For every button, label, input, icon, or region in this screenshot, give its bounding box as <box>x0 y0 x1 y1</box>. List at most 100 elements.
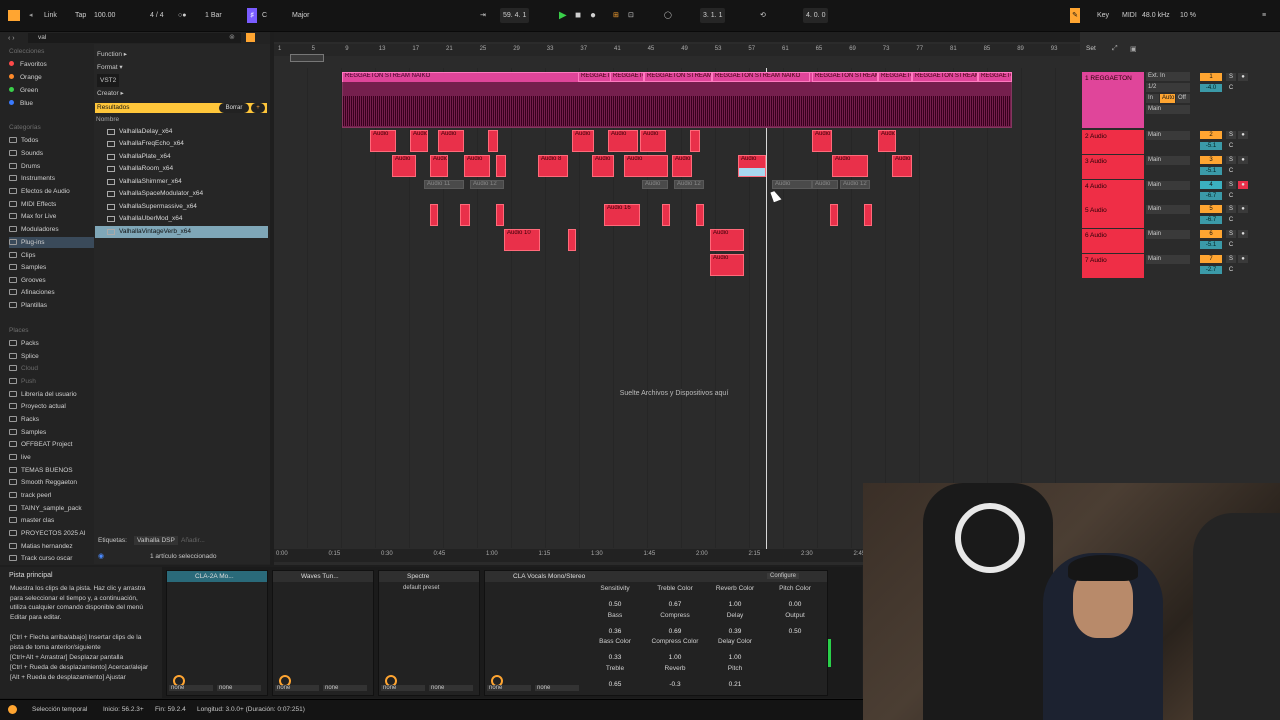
place-item[interactable]: live <box>9 452 94 463</box>
sidechain-select[interactable]: none <box>323 685 367 691</box>
track-number[interactable]: 7 <box>1200 255 1222 263</box>
input-channel-select[interactable]: 1/2 <box>1146 83 1190 92</box>
audio-clip[interactable]: Audio <box>812 130 832 152</box>
audio-clip[interactable] <box>496 155 506 177</box>
audio-clip[interactable] <box>488 130 498 152</box>
place-item[interactable]: Track curso oscar <box>9 553 94 564</box>
overdub-icon[interactable]: ⊞ <box>613 8 619 23</box>
place-item[interactable]: Splice <box>9 351 94 362</box>
category-item[interactable]: Afinaciones <box>9 287 94 298</box>
file-item[interactable]: ValhallaShimmer_x64 <box>95 176 268 188</box>
filter-function[interactable]: Function ▸ <box>97 48 127 61</box>
solo-button[interactable]: S <box>1226 255 1236 263</box>
monitor-in[interactable]: In <box>1146 94 1159 103</box>
configure-button[interactable]: Configure <box>767 573 800 579</box>
inactive-clip[interactable]: Audio 12 <box>840 180 870 189</box>
audio-clip[interactable]: Audio <box>438 130 464 152</box>
param-value[interactable]: 0.21 <box>705 681 765 688</box>
clear-results-button[interactable]: Borrar <box>219 103 249 113</box>
expand-icon[interactable]: ⤢ <box>1112 45 1118 53</box>
param-value[interactable]: -0.3 <box>645 681 705 688</box>
place-item[interactable]: Cloud <box>9 363 94 374</box>
arrangement-loop-icon[interactable]: ⇥ <box>480 8 486 23</box>
audio-clip[interactable]: REGGAETO <box>610 72 644 82</box>
loop-brace[interactable] <box>290 54 324 62</box>
overview-strip[interactable] <box>274 32 1080 42</box>
file-item[interactable]: ValhallaPlate_x64 <box>95 151 268 163</box>
track-header[interactable]: 2 Audio Main 2 -5.1 S ● C <box>1082 130 1280 154</box>
output-select[interactable]: Main <box>1146 156 1190 165</box>
solo-button[interactable]: S <box>1226 230 1236 238</box>
inactive-clip[interactable]: Audio 11 <box>424 180 464 189</box>
filter-vst2[interactable]: VST2 <box>97 74 120 87</box>
track-number[interactable]: 4 <box>1200 181 1222 189</box>
volume-field[interactable]: -4.0 <box>1200 84 1222 92</box>
song-position[interactable]: 59. 4. 1 <box>500 8 530 23</box>
inactive-clip[interactable]: Audio 12 <box>674 180 704 189</box>
device-cla-vocals[interactable]: CLA Vocals Mono/Stereo Configure none no… <box>484 570 828 696</box>
audio-clip[interactable] <box>864 204 872 226</box>
file-item[interactable]: ValhallaSupermassive_x64 <box>95 201 268 213</box>
scale-menu[interactable]: Major <box>292 8 310 23</box>
pan-knob[interactable]: C <box>1226 266 1236 274</box>
arm-button[interactable]: ● <box>1238 73 1248 81</box>
track-title[interactable]: 3 Audio <box>1082 155 1144 179</box>
param-value[interactable]: 0.67 <box>645 601 705 608</box>
category-item[interactable]: Efectos de Audio <box>9 186 94 197</box>
audio-clip[interactable]: REGGAETON STREAM NAIKO <box>712 72 810 82</box>
sidechain-select[interactable]: none <box>487 685 531 691</box>
arm-button[interactable]: ● <box>1238 255 1248 263</box>
param-value[interactable]: 0.50 <box>765 628 825 635</box>
back-icon[interactable]: ◂ <box>29 8 33 23</box>
tempo-field[interactable]: 100.00 <box>94 8 115 23</box>
device-cla2a[interactable]: CLA-2A Mo... none none <box>166 570 268 696</box>
audio-clip[interactable]: REGGAETON STREAM NAIKO <box>644 72 712 82</box>
audio-clip[interactable]: Audio 8 <box>538 155 568 177</box>
solo-button[interactable]: S <box>1226 131 1236 139</box>
file-item[interactable]: ValhallaFreqEcho_x64 <box>95 138 268 150</box>
sidechain-select[interactable]: none <box>429 685 473 691</box>
track-header[interactable]: 1 REGGAETON Ext. In 1/2 In Auto Off Main… <box>1082 72 1280 128</box>
param-value[interactable]: 0.36 <box>585 628 645 635</box>
place-item[interactable]: Librería del usuario <box>9 389 94 400</box>
time-signature[interactable]: 4 / 4 <box>150 8 164 23</box>
audio-clip[interactable] <box>496 204 504 226</box>
device-spectre[interactable]: Spectre default preset none none <box>378 570 480 696</box>
volume-field[interactable]: -6.7 <box>1200 192 1222 200</box>
file-item[interactable]: ValhallaUberMod_x64 <box>95 213 268 225</box>
place-item[interactable]: Packs <box>9 338 94 349</box>
category-item[interactable]: Moduladores <box>9 224 94 235</box>
audio-clip[interactable]: Audio <box>410 130 428 152</box>
view-toggle-icon[interactable] <box>8 10 20 21</box>
category-item[interactable]: Samples <box>9 262 94 273</box>
audio-clip[interactable]: REGGAETO <box>578 72 612 82</box>
audio-clip[interactable] <box>460 204 470 226</box>
filter-icon[interactable] <box>246 33 255 42</box>
warning-icon[interactable] <box>8 705 17 714</box>
category-item[interactable]: Instruments <box>9 173 94 184</box>
param-value[interactable]: 1.00 <box>705 601 765 608</box>
place-item[interactable]: Smooth Reggaeton <box>9 477 94 488</box>
collection-favoritos[interactable]: Favoritos <box>9 59 94 70</box>
track-number[interactable]: 2 <box>1200 131 1222 139</box>
volume-field[interactable]: -2.7 <box>1200 266 1222 274</box>
stop-button[interactable]: ■ <box>575 8 581 23</box>
track-header[interactable]: 6 Audio Main 6 -5.1 S ● C <box>1082 229 1280 253</box>
midi-map-button[interactable]: MIDI <box>1122 8 1137 23</box>
category-item-selected[interactable]: Plug-ins <box>9 237 94 248</box>
audio-clip[interactable]: Audio <box>592 155 614 177</box>
scale-icon[interactable]: ♯ <box>247 8 257 23</box>
audio-clip[interactable]: Audio <box>430 155 448 177</box>
menu-icon[interactable]: ≡ <box>1262 8 1266 23</box>
output-select[interactable]: Main <box>1146 205 1190 214</box>
volume-field[interactable]: -5.1 <box>1200 167 1222 175</box>
input-type-select[interactable]: Ext. In <box>1146 72 1190 81</box>
pan-knob[interactable]: C <box>1226 216 1236 224</box>
volume-field[interactable]: -5.1 <box>1200 241 1222 249</box>
audio-clip[interactable] <box>690 130 700 152</box>
inactive-clip[interactable]: Audio <box>772 180 812 189</box>
quantize-menu[interactable]: 1 Bar <box>205 8 222 23</box>
clear-search-icon[interactable]: ⊗ <box>229 33 235 41</box>
audio-clip[interactable] <box>830 204 838 226</box>
tap-button[interactable]: Tap <box>75 8 86 23</box>
